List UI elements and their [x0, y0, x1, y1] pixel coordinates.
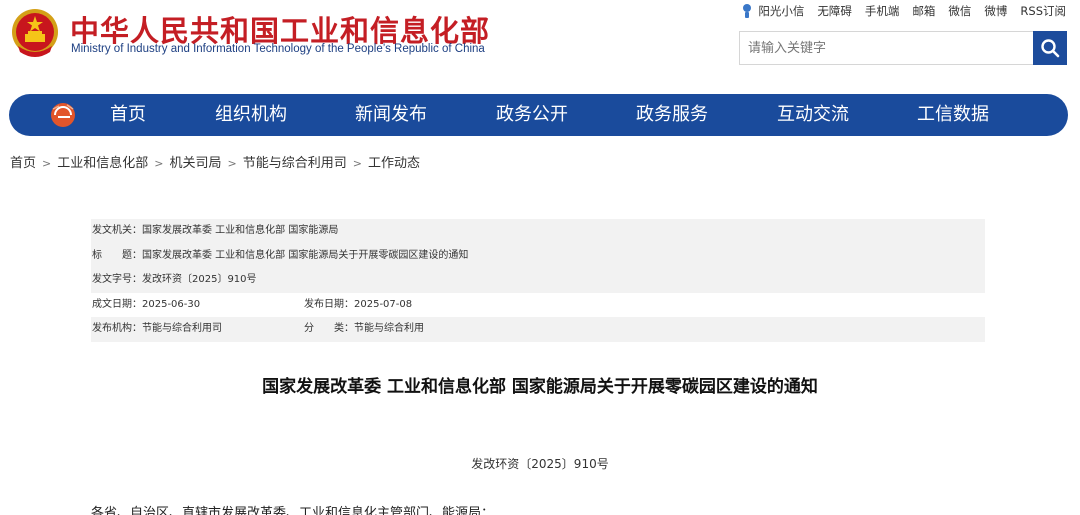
meta-published-date: 发布日期：2025-07-08: [304, 298, 413, 310]
breadcrumb-ministry[interactable]: 工业和信息化部: [57, 156, 148, 171]
site-subtitle: Ministry of Industry and Information Tec…: [71, 43, 485, 55]
breadcrumb-separator: >: [352, 157, 362, 170]
meta-category: 分 类：节能与综合利用: [304, 323, 424, 335]
nav-item-news[interactable]: 新闻发布: [355, 94, 427, 136]
national-emblem-icon[interactable]: [10, 6, 60, 60]
search-input[interactable]: [740, 32, 1034, 64]
breadcrumb-work-news[interactable]: 工作动态: [368, 156, 420, 171]
breadcrumb-departments[interactable]: 机关司局: [169, 156, 221, 171]
breadcrumb-energy-dept[interactable]: 节能与综合利用司: [243, 156, 347, 171]
breadcrumb: 首页 > 工业和信息化部 > 机关司局 > 节能与综合利用司 > 工作动态: [10, 152, 420, 171]
nav-item-home[interactable]: 首页: [110, 94, 146, 136]
article-title: 国家发展改革委 工业和信息化部 国家能源局关于开展零碳园区建设的通知: [262, 377, 818, 397]
meta-row-subject: 标 题：国家发展改革委 工业和信息化部 国家能源局关于开展零碳园区建设的通知: [91, 243, 985, 269]
search-button[interactable]: [1033, 31, 1067, 65]
meta-row-dates: 成文日期：2025-06-30 发布日期：2025-07-08: [91, 293, 985, 318]
meta-created-date: 成文日期：2025-06-30: [92, 298, 201, 310]
meta-subject: 标 题：国家发展改革委 工业和信息化部 国家能源局关于开展零碳园区建设的通知: [92, 249, 469, 261]
meta-row-agency: 发布机构：节能与综合利用司 分 类：节能与综合利用: [91, 317, 985, 342]
article-doc-number: 发改环资〔2025〕910号: [471, 457, 609, 471]
breadcrumb-separator: >: [227, 157, 237, 170]
miit-logo-icon[interactable]: [49, 101, 77, 129]
main-nav: 首页 组织机构 新闻发布 政务公开 政务服务 互动交流 工信数据: [9, 94, 1068, 136]
meta-row-doc-no: 发文字号：发改环资〔2025〕910号: [91, 268, 985, 293]
top-links: 阳光小信 无障碍 手机端 邮箱 微信 微博 RSS订阅: [740, 3, 1066, 19]
sunshine-mascot-icon: [743, 4, 752, 18]
link-mobile[interactable]: 手机端: [865, 3, 900, 19]
meta-issuer: 发文机关：国家发展改革委 工业和信息化部 国家能源局: [92, 225, 339, 236]
article-body-first-line: 各省、自治区、直辖市发展改革委、工业和信息化主管部门、能源局：: [91, 506, 495, 515]
meta-doc-no: 发文字号：发改环资〔2025〕910号: [92, 274, 257, 286]
link-wechat[interactable]: 微信: [948, 3, 971, 19]
document-meta-table: 发文机关：国家发展改革委 工业和信息化部 国家能源局 标 题：国家发展改革委 工…: [91, 219, 985, 342]
link-accessibility[interactable]: 无障碍: [817, 3, 852, 19]
link-mail[interactable]: 邮箱: [912, 3, 935, 19]
meta-row-issuer: 发文机关：国家发展改革委 工业和信息化部 国家能源局: [91, 219, 985, 244]
nav-item-interaction[interactable]: 互动交流: [777, 94, 849, 136]
breadcrumb-separator: >: [42, 157, 52, 170]
link-weibo[interactable]: 微博: [984, 3, 1007, 19]
nav-item-services[interactable]: 政务服务: [636, 94, 708, 136]
nav-item-government-affairs[interactable]: 政务公开: [496, 94, 568, 136]
link-rss[interactable]: RSS订阅: [1020, 3, 1066, 19]
search-box: [739, 31, 1067, 65]
search-icon: [1041, 39, 1060, 58]
breadcrumb-separator: >: [154, 157, 164, 170]
nav-item-data[interactable]: 工信数据: [917, 94, 989, 136]
meta-agency: 发布机构：节能与综合利用司: [92, 323, 222, 335]
nav-item-organization[interactable]: 组织机构: [215, 94, 287, 136]
breadcrumb-home[interactable]: 首页: [10, 156, 36, 171]
link-sunshine[interactable]: 阳光小信: [740, 3, 804, 19]
site-header: 中华人民共和国工业和信息化部 Ministry of Industry and …: [0, 0, 1080, 90]
